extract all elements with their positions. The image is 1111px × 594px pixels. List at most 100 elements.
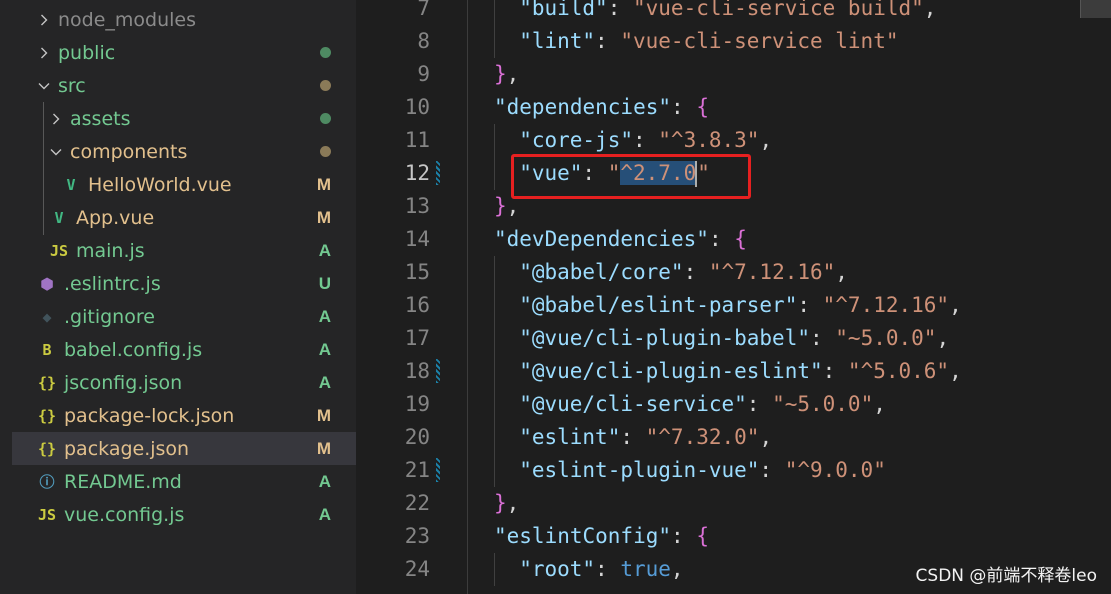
explorer-item[interactable]: {} package.json M [12, 432, 356, 465]
explorer-item[interactable]: V HelloWorld.vue M [0, 168, 356, 201]
code-token: : [746, 392, 773, 416]
code-line[interactable]: 7 "build": "vue-cli-service build", [356, 0, 1111, 25]
line-number: 24 [404, 557, 430, 581]
code-token: "eslint" [519, 425, 621, 449]
code-text: "build": "vue-cli-service build", [519, 0, 936, 25]
code-token: } [494, 62, 507, 86]
git-status-badge [320, 102, 331, 135]
indent-guide [494, 25, 495, 58]
code-token: "vue-cli-service lint" [620, 29, 899, 53]
code-token: , [936, 326, 950, 350]
line-number: 17 [404, 326, 430, 350]
scroll-button[interactable] [1080, 0, 1111, 18]
code-token: } [494, 194, 507, 218]
code-line[interactable]: 10 "dependencies": { [356, 91, 1111, 124]
chevron-right-icon[interactable] [36, 10, 52, 30]
explorer-item-label: .gitignore [64, 305, 155, 328]
git-status-badge [320, 36, 331, 69]
explorer-item[interactable]: components [0, 135, 356, 168]
gutter-modified-marker[interactable] [436, 458, 440, 482]
code-token: , [506, 491, 520, 515]
code-token: "^7.12.16" [708, 260, 836, 284]
git-status-badge: A [318, 306, 331, 326]
code-line[interactable]: 11 "core-js": "^3.8.3", [356, 124, 1111, 157]
code-text: "core-js": "^3.8.3", [519, 124, 772, 157]
indent-guide [494, 289, 495, 322]
code-text: "@babel/core": "^7.12.16", [519, 256, 848, 289]
info-file-icon: ⓘ [39, 473, 55, 491]
vue-file-icon: V [66, 175, 76, 194]
explorer-item[interactable]: JS vue.config.js A [0, 498, 356, 531]
code-line[interactable]: 20 "eslint": "^7.32.0", [356, 421, 1111, 454]
code-text: "lint": "vue-cli-service lint" [519, 25, 898, 58]
git-status-badge: M [316, 174, 331, 194]
code-token: { [696, 95, 709, 119]
explorer-item-label: public [58, 41, 116, 64]
code-token: : [671, 524, 697, 548]
code-line[interactable]: 9}, [356, 58, 1111, 91]
chevron-down-icon[interactable] [48, 142, 64, 162]
explorer-item[interactable]: public [0, 36, 356, 69]
code-line[interactable]: 14 "devDependencies": { [356, 223, 1111, 256]
code-token: : [708, 227, 735, 251]
code-token: : [759, 458, 785, 482]
code-token: "@vue/cli-plugin-babel" [519, 326, 810, 350]
code-line[interactable]: 22}, [356, 487, 1111, 520]
code-token: "@vue/cli-plugin-eslint" [519, 359, 823, 383]
explorer-item[interactable]: V App.vue M [0, 201, 356, 234]
code-line[interactable]: 17 "@vue/cli-plugin-babel": "~5.0.0", [356, 322, 1111, 355]
git-status-badge: A [318, 504, 331, 524]
explorer-item[interactable]: src [0, 69, 356, 102]
indent-guide [494, 0, 495, 25]
explorer-item-label: vue.config.js [64, 503, 185, 526]
chevron-right-icon[interactable] [36, 43, 52, 63]
code-text: "root": true, [519, 553, 683, 586]
code-token: , [949, 293, 962, 317]
code-token: , [835, 260, 848, 284]
code-line[interactable]: 8 "lint": "vue-cli-service lint" [356, 25, 1111, 58]
code-line[interactable]: 18 "@vue/cli-plugin-eslint": "^5.0.6", [356, 355, 1111, 388]
line-number: 10 [404, 95, 430, 119]
status-dot-icon [320, 47, 331, 58]
explorer-item[interactable]: ⬢ .eslintrc.js U [0, 267, 356, 300]
line-number: 19 [404, 392, 430, 416]
code-token: true [620, 557, 671, 581]
gutter-modified-marker[interactable] [436, 161, 440, 185]
code-token: "root" [519, 557, 596, 581]
explorer-item[interactable]: Bbabel.config.js A [0, 333, 356, 366]
chevron-down-icon[interactable] [36, 76, 52, 96]
git-status-badge: A [318, 471, 331, 491]
line-number: 22 [404, 491, 430, 515]
code-token: : [607, 0, 633, 20]
code-line[interactable]: 23 "eslintConfig": { [356, 520, 1111, 553]
code-token: "^3.8.3" [658, 128, 760, 152]
explorer-item[interactable]: ◆ .gitignore A [0, 300, 356, 333]
code-token: : [595, 29, 621, 53]
code-line[interactable]: 16 "@babel/eslint-parser": "^7.12.16", [356, 289, 1111, 322]
indent-guide [494, 124, 495, 157]
git-status-badge: M [316, 438, 331, 458]
explorer-item[interactable]: ⓘ README.md A [0, 465, 356, 498]
chevron-right-icon[interactable] [48, 109, 64, 129]
explorer-item[interactable]: node_modules [0, 3, 356, 36]
code-line[interactable]: 15 "@babel/core": "^7.12.16", [356, 256, 1111, 289]
status-dot-icon [320, 80, 331, 91]
explorer-item-label: .eslintrc.js [64, 272, 161, 295]
code-line[interactable]: 21 "eslint-plugin-vue": "^9.0.0" [356, 454, 1111, 487]
code-token: : [671, 95, 697, 119]
explorer-item[interactable]: {} package-lock.json M [0, 399, 356, 432]
explorer-item-label: README.md [64, 470, 182, 493]
code-token: , [759, 128, 773, 152]
code-editor[interactable]: 7 "build": "vue-cli-service build", 8 "lint… [356, 0, 1111, 594]
json-file-icon: {} [37, 439, 57, 458]
code-text: "eslint": "^7.32.0", [519, 421, 772, 454]
explorer-item[interactable]: {} jsconfig.json A [0, 366, 356, 399]
gutter-modified-marker[interactable] [436, 359, 440, 383]
line-number: 20 [404, 425, 430, 449]
code-line[interactable]: 19 "@vue/cli-service": "~5.0.0", [356, 388, 1111, 421]
line-number: 18 [404, 359, 430, 383]
explorer-item[interactable]: assets [0, 102, 356, 135]
explorer-item[interactable]: JS main.js A [0, 234, 356, 267]
git-file-icon: ◆ [42, 307, 52, 326]
babel-file-icon: B [42, 340, 52, 359]
